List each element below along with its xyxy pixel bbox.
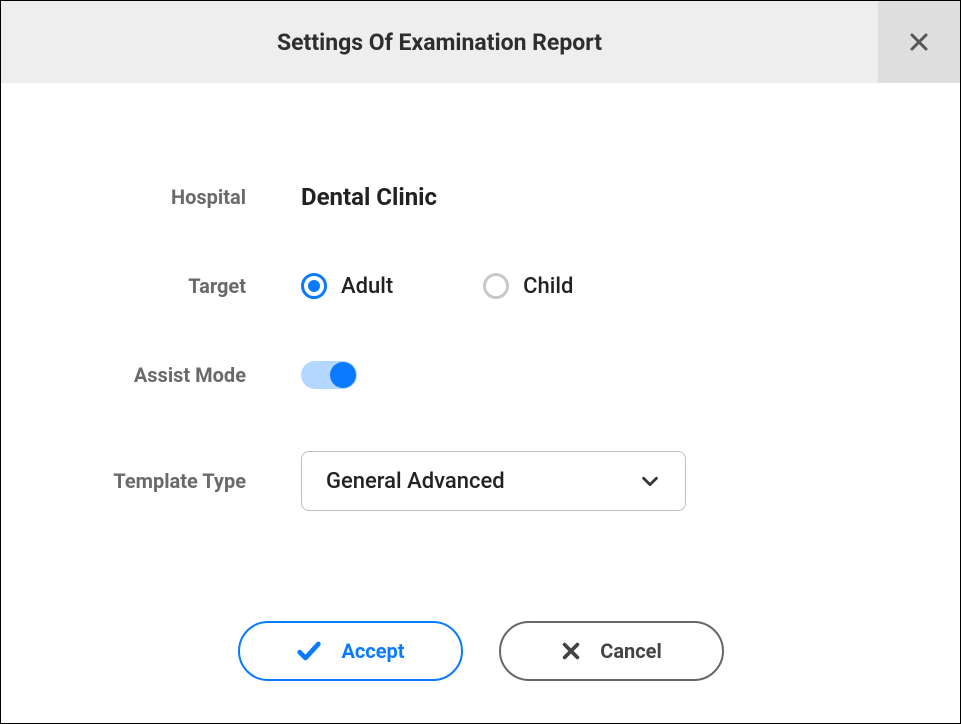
dialog-title: Settings Of Examination Report bbox=[1, 29, 878, 56]
assist-mode-label: Assist Mode bbox=[81, 363, 301, 387]
hospital-value: Dental Clinic bbox=[301, 183, 437, 211]
hospital-label: Hospital bbox=[81, 185, 301, 209]
cancel-button-label: Cancel bbox=[600, 639, 662, 663]
assist-mode-row: Assist Mode bbox=[81, 361, 880, 389]
template-type-select[interactable]: General Advanced bbox=[301, 451, 686, 511]
dialog-header: Settings Of Examination Report bbox=[1, 1, 960, 83]
target-row: Target Adult Child bbox=[81, 273, 880, 299]
target-radios: Adult Child bbox=[301, 273, 573, 299]
cancel-button[interactable]: Cancel bbox=[499, 621, 724, 681]
toggle-knob-icon bbox=[330, 362, 356, 388]
x-icon bbox=[560, 640, 582, 662]
target-radio-child[interactable]: Child bbox=[483, 273, 573, 299]
template-type-label: Template Type bbox=[81, 469, 301, 493]
assist-mode-toggle[interactable] bbox=[301, 361, 357, 389]
dialog-content: Hospital Dental Clinic Target Adult Chil… bbox=[1, 83, 960, 681]
radio-circle-unchecked-icon bbox=[483, 273, 509, 299]
chevron-down-icon bbox=[639, 470, 661, 492]
accept-button-label: Accept bbox=[341, 639, 404, 663]
radio-label-adult: Adult bbox=[341, 274, 393, 299]
target-label: Target bbox=[81, 274, 301, 298]
close-button[interactable] bbox=[878, 1, 960, 83]
hospital-row: Hospital Dental Clinic bbox=[81, 183, 880, 211]
radio-dot-icon bbox=[308, 280, 320, 292]
target-radio-adult[interactable]: Adult bbox=[301, 273, 393, 299]
accept-button[interactable]: Accept bbox=[238, 621, 463, 681]
check-icon bbox=[295, 637, 323, 665]
close-icon bbox=[907, 30, 931, 54]
template-type-row: Template Type General Advanced bbox=[81, 451, 880, 511]
radio-circle-checked-icon bbox=[301, 273, 327, 299]
radio-label-child: Child bbox=[523, 274, 573, 299]
dialog-footer: Accept Cancel bbox=[81, 621, 880, 681]
template-type-selected: General Advanced bbox=[326, 469, 505, 494]
